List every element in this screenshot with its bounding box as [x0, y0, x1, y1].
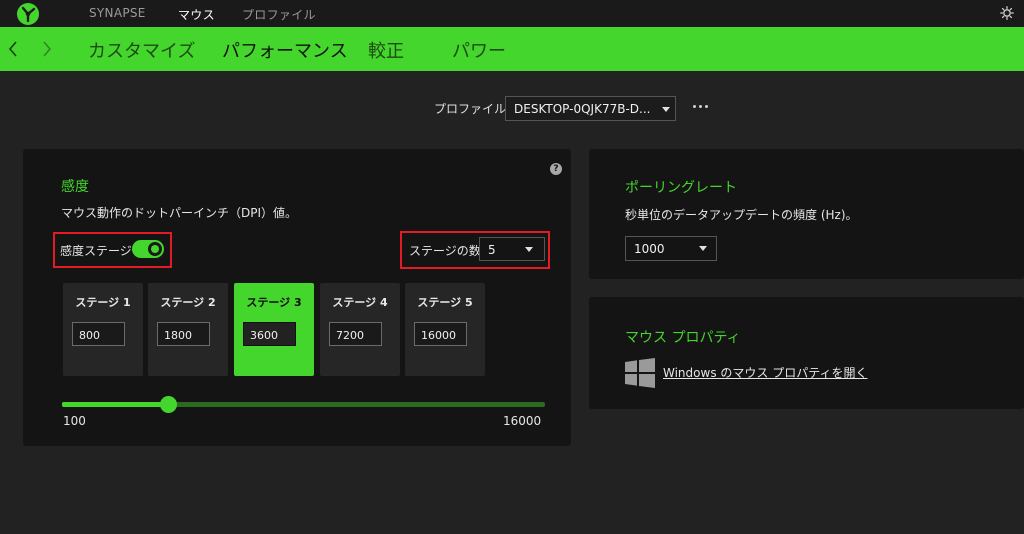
razer-logo-icon[interactable] [16, 2, 40, 26]
more-options-icon[interactable] [692, 102, 710, 112]
chevron-down-icon [699, 246, 707, 251]
stage-label: ステージ 1 [75, 296, 131, 309]
help-icon[interactable]: ? [550, 163, 562, 175]
stage-label: ステージ 3 [246, 296, 302, 309]
top-bar: SYNAPSE マウス プロファイル [0, 0, 1024, 27]
stage-card-1[interactable]: ステージ 1 800 [63, 283, 143, 376]
stage-count-dropdown[interactable]: 5 [479, 237, 545, 261]
stage-dpi-input[interactable]: 3600 [243, 322, 296, 346]
tab-customize[interactable]: カスタマイズ [88, 37, 195, 63]
gear-icon[interactable] [1000, 6, 1014, 20]
stages-toggle[interactable] [132, 240, 164, 258]
profile-label: プロファイル [434, 102, 507, 116]
tab-calibration[interactable]: 較正 [368, 37, 404, 63]
sensitivity-description: マウス動作のドットパーインチ（DPI）値。 [61, 206, 298, 220]
stage-dpi-input[interactable]: 1800 [157, 322, 210, 346]
polling-rate-dropdown[interactable]: 1000 [625, 236, 717, 261]
slider-min-label: 100 [63, 414, 86, 428]
stage-dpi-input[interactable]: 800 [72, 322, 125, 346]
slider-max-label: 16000 [503, 414, 542, 428]
top-tab-mouse[interactable]: マウス [178, 6, 215, 23]
stage-card-2[interactable]: ステージ 2 1800 [148, 283, 228, 376]
chevron-down-icon [662, 107, 670, 112]
polling-rate-description: 秒単位のデータアップデートの頻度 (Hz)。 [625, 208, 858, 222]
top-tab-profile[interactable]: プロファイル [242, 6, 316, 23]
stage-label: ステージ 2 [160, 296, 216, 309]
polling-rate-value: 1000 [634, 242, 665, 256]
tab-performance[interactable]: パフォーマンス [222, 37, 348, 63]
chevron-left-icon[interactable] [7, 40, 19, 58]
dpi-slider-fill [62, 402, 168, 407]
profile-dropdown[interactable]: DESKTOP-0QJK77B-D... [505, 96, 676, 121]
open-windows-mouse-properties-link[interactable]: Windows のマウス プロパティを開く [663, 364, 867, 381]
stages-toggle-label: 感度ステージ [60, 244, 132, 258]
stage-card-4[interactable]: ステージ 4 7200 [320, 283, 400, 376]
stage-count-label: ステージの数 [409, 244, 481, 258]
stage-card-3[interactable]: ステージ 3 3600 [234, 283, 314, 376]
windows-icon [625, 358, 655, 388]
stage-label: ステージ 4 [332, 296, 388, 309]
sensitivity-title: 感度 [61, 179, 89, 195]
sub-nav-bar: カスタマイズ パフォーマンス 較正 パワー [0, 27, 1024, 71]
dpi-slider-thumb[interactable] [160, 396, 177, 413]
profile-dropdown-value: DESKTOP-0QJK77B-D... [514, 102, 651, 116]
tab-power[interactable]: パワー [452, 37, 506, 63]
chevron-down-icon [525, 247, 533, 252]
top-tab-synapse[interactable]: SYNAPSE [89, 6, 146, 20]
mouse-properties-panel [589, 297, 1024, 409]
polling-rate-title: ポーリングレート [625, 180, 737, 196]
dpi-slider-track[interactable] [62, 402, 545, 407]
mouse-properties-title: マウス プロパティ [625, 330, 741, 346]
stage-dpi-input[interactable]: 7200 [329, 322, 382, 346]
stage-label: ステージ 5 [417, 296, 473, 309]
stage-card-5[interactable]: ステージ 5 16000 [405, 283, 485, 376]
chevron-right-icon[interactable] [41, 40, 53, 58]
stage-count-value: 5 [488, 243, 496, 257]
stage-dpi-input[interactable]: 16000 [414, 322, 467, 346]
